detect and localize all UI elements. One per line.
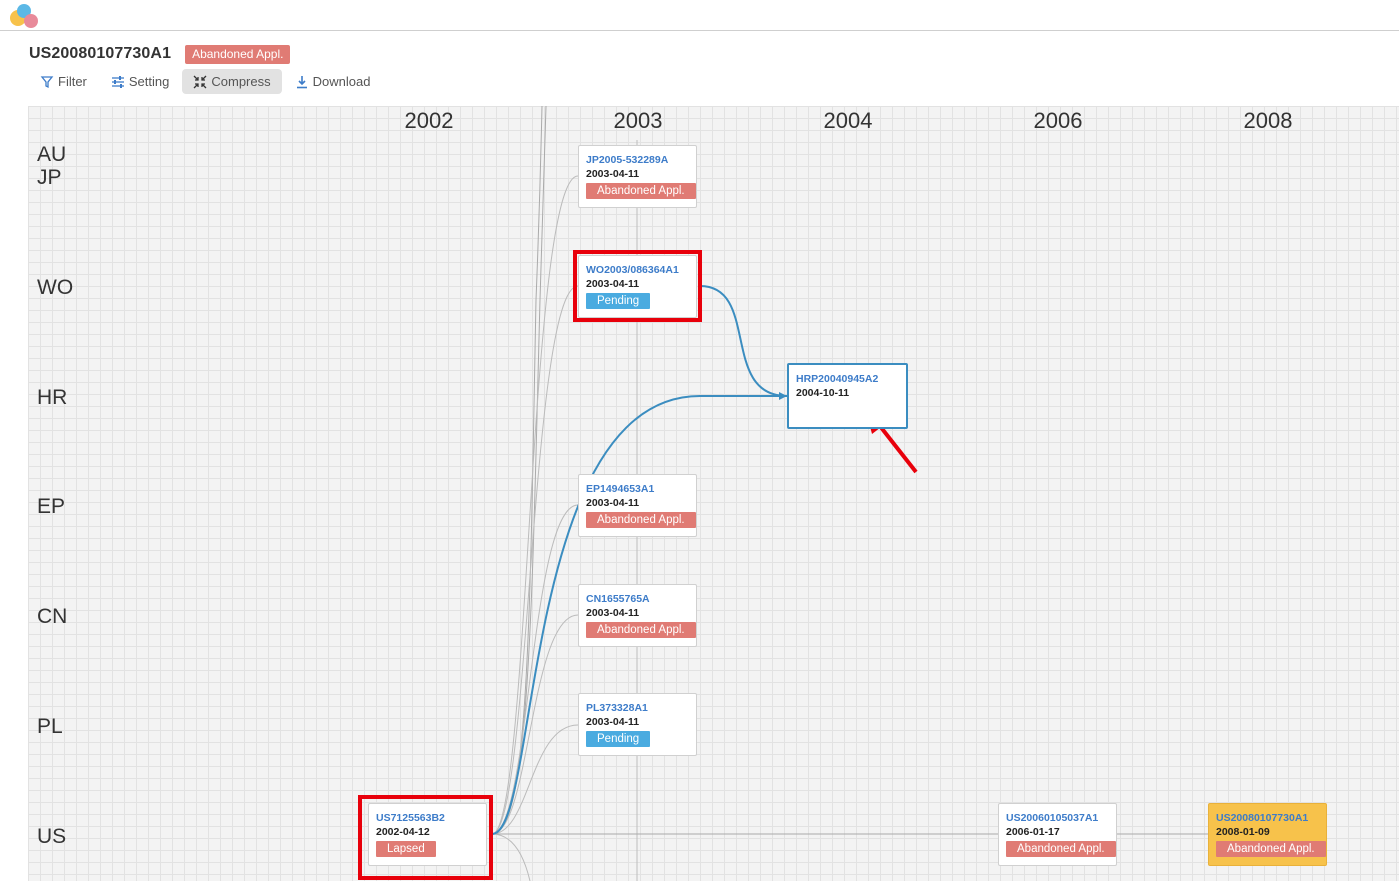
patent-node-jp[interactable]: JP2005-532289A 2003-04-11 Abandoned Appl…: [578, 145, 697, 208]
patent-node-us-2006[interactable]: US20060105037A1 2006-01-17 Abandoned App…: [998, 803, 1117, 866]
patent-number[interactable]: CN1655765A: [586, 592, 696, 606]
year-label-2006: 2006: [1033, 108, 1083, 133]
annotation-box-us: [358, 795, 493, 880]
patent-date: 2004-10-11: [796, 387, 850, 399]
patent-date: 2006-01-17: [1006, 826, 1060, 838]
patent-number[interactable]: US20080107730A1: [1216, 811, 1326, 825]
patent-date: 2003-04-11: [586, 716, 640, 728]
country-label-cn: CN: [37, 605, 68, 628]
country-label-jp: JP: [37, 166, 62, 189]
patent-date: 2008-01-09: [1216, 826, 1270, 838]
patent-node-hr[interactable]: HRP20040945A2 2004-10-11: [787, 363, 908, 429]
link-to-pl: [491, 724, 579, 835]
patent-number[interactable]: PL373328A1: [586, 701, 696, 715]
patent-date: 2003-04-11: [586, 168, 640, 180]
status-badge: Abandoned Appl.: [1216, 841, 1326, 857]
status-badge: Abandoned Appl.: [1006, 841, 1116, 857]
link-to-cn: [491, 614, 579, 835]
year-label-2008: 2008: [1243, 108, 1293, 133]
link-down: [491, 833, 531, 881]
link-trunk-2: [491, 105, 547, 835]
year-label-2003: 2003: [613, 108, 663, 133]
status-badge: Abandoned Appl.: [586, 622, 696, 638]
country-label-hr: HR: [37, 386, 68, 409]
country-label-au: AU: [37, 143, 67, 166]
arrowhead: [779, 392, 787, 400]
year-label-2004: 2004: [823, 108, 873, 133]
patent-number[interactable]: JP2005-532289A: [586, 153, 696, 167]
year-label-2002: 2002: [404, 108, 454, 133]
patent-date: 2003-04-11: [586, 607, 640, 619]
patent-number[interactable]: US20060105037A1: [1006, 811, 1116, 825]
patent-node-cn[interactable]: CN1655765A 2003-04-11 Abandoned Appl.: [578, 584, 697, 647]
patent-node-us-2008-selected[interactable]: US20080107730A1 2008-01-09 Abandoned App…: [1208, 803, 1327, 866]
patent-number[interactable]: EP1494653A1: [586, 482, 696, 496]
patent-node-pl[interactable]: PL373328A1 2003-04-11 Pending: [578, 693, 697, 756]
link-wo-to-hr: [699, 285, 788, 397]
country-label-us: US: [37, 825, 67, 848]
patent-number[interactable]: HRP20040945A2: [796, 372, 906, 386]
patent-node-ep[interactable]: EP1494653A1 2003-04-11 Abandoned Appl.: [578, 474, 697, 537]
country-label-pl: PL: [37, 715, 63, 738]
country-label-ep: EP: [37, 495, 66, 518]
annotation-box-wo: [573, 250, 702, 322]
country-label-wo: WO: [37, 276, 74, 299]
patent-date: 2003-04-11: [586, 497, 640, 509]
status-badge: Abandoned Appl.: [586, 512, 696, 528]
status-badge: Abandoned Appl.: [586, 183, 696, 199]
status-badge: Pending: [586, 731, 651, 747]
family-links: [491, 105, 1208, 881]
